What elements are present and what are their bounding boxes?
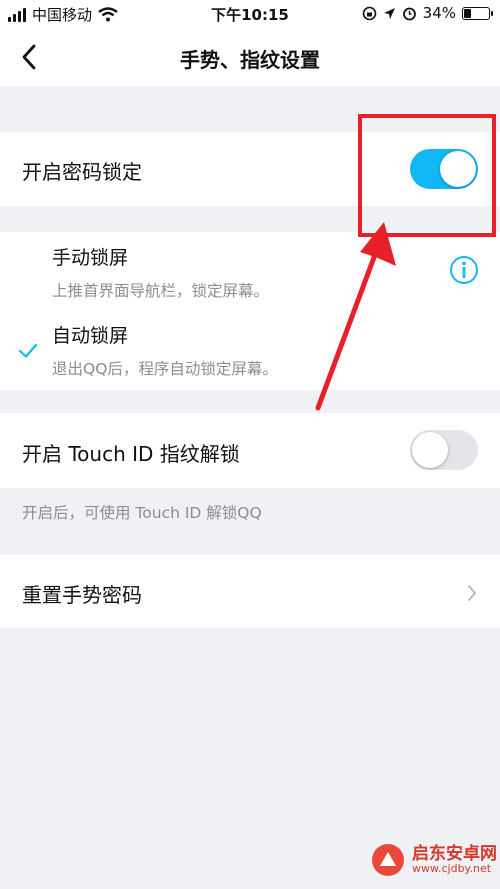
auto-lock-title[interactable]: 自动锁屏 bbox=[52, 321, 128, 348]
manual-lock-title[interactable]: 手动锁屏 bbox=[52, 243, 128, 270]
manual-lock-desc: 上推首界面导航栏，锁定屏幕。 bbox=[52, 282, 270, 300]
reset-gesture-row[interactable]: 重置手势密码 bbox=[0, 555, 500, 628]
alarm-icon bbox=[402, 7, 416, 20]
location-icon bbox=[383, 7, 395, 19]
checkmark-icon bbox=[18, 343, 38, 358]
nav-bar: 手势、指纹设置 bbox=[0, 28, 500, 86]
watermark-name: 启东安卓网 bbox=[412, 844, 497, 864]
status-bar: 中国移动 下午10:15 34% bbox=[0, 0, 500, 28]
page-title: 手势、指纹设置 bbox=[180, 48, 320, 72]
chevron-right-icon bbox=[468, 585, 476, 601]
battery-icon bbox=[462, 6, 493, 20]
annotation-highlight-box bbox=[358, 114, 496, 237]
info-icon[interactable] bbox=[449, 255, 479, 285]
battery-percent: 34% bbox=[422, 4, 456, 22]
auto-lock-desc: 退出QQ后，程序自动锁定屏幕。 bbox=[52, 360, 278, 378]
touch-id-row[interactable]: 开启 Touch ID 指纹解锁 bbox=[0, 413, 500, 488]
watermark-url: www.cjdby.net bbox=[412, 862, 492, 875]
touch-id-label: 开启 Touch ID 指纹解锁 bbox=[22, 442, 240, 466]
rotation-lock-icon bbox=[362, 6, 376, 20]
watermark: 启东安卓网 www.cjdby.net bbox=[370, 842, 497, 878]
watermark-logo-icon bbox=[372, 844, 404, 876]
reset-gesture-label: 重置手势密码 bbox=[22, 583, 142, 607]
touch-id-toggle[interactable] bbox=[410, 430, 478, 470]
touch-id-note: 开启后，可使用 Touch ID 解锁QQ bbox=[22, 504, 262, 522]
lock-options-group: 手动锁屏 上推首界面导航栏，锁定屏幕。 自动锁屏 退出QQ后，程序自动锁定屏幕。 bbox=[0, 232, 500, 390]
password-lock-label: 开启密码锁定 bbox=[22, 160, 142, 184]
